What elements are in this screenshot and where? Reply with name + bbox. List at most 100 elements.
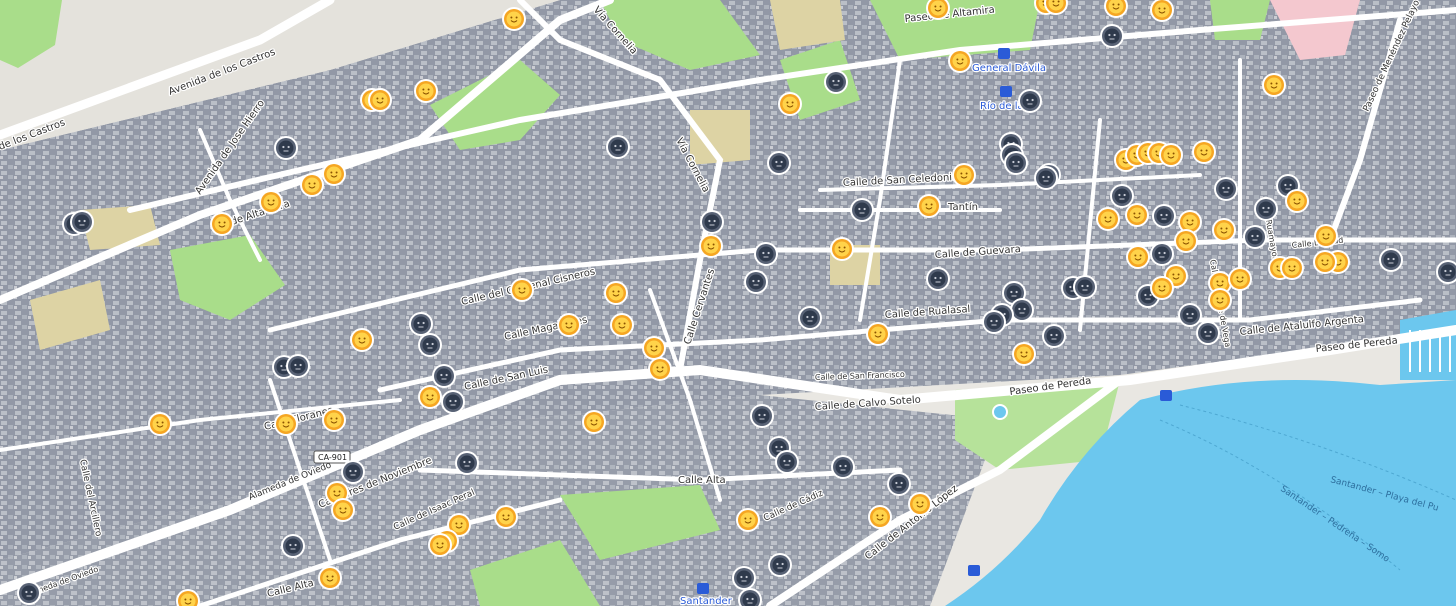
dark-marker[interactable] — [17, 581, 41, 605]
happy-marker[interactable] — [1285, 189, 1309, 213]
map-view[interactable]: Avenida de los Castros de los Castros Av… — [0, 0, 1456, 606]
happy-marker[interactable] — [300, 173, 324, 197]
ferry-terminal-icon[interactable] — [1160, 390, 1172, 401]
happy-marker[interactable] — [322, 408, 346, 432]
happy-marker[interactable] — [1313, 250, 1337, 274]
happy-marker[interactable] — [414, 79, 438, 103]
dark-face-icon — [420, 335, 440, 355]
dark-marker[interactable] — [1178, 303, 1202, 327]
dark-marker[interactable] — [1004, 151, 1028, 175]
happy-marker[interactable] — [948, 49, 972, 73]
happy-marker[interactable] — [210, 212, 234, 236]
happy-marker[interactable] — [1212, 218, 1236, 242]
dark-marker[interactable] — [1010, 298, 1034, 322]
dark-marker[interactable] — [286, 354, 310, 378]
happy-marker[interactable] — [274, 412, 298, 436]
happy-marker[interactable] — [736, 508, 760, 532]
dark-marker[interactable] — [926, 267, 950, 291]
map-canvas[interactable]: Avenida de los Castros de los Castros Av… — [0, 0, 1456, 606]
dark-marker[interactable] — [606, 135, 630, 159]
happy-marker[interactable] — [494, 505, 518, 529]
dark-marker[interactable] — [1214, 177, 1238, 201]
happy-face-icon — [870, 507, 890, 527]
happy-marker[interactable] — [908, 492, 932, 516]
dark-marker[interactable] — [775, 450, 799, 474]
happy-marker[interactable] — [350, 328, 374, 352]
happy-marker[interactable] — [1012, 342, 1036, 366]
dark-marker[interactable] — [1254, 197, 1278, 221]
dark-marker[interactable] — [982, 310, 1006, 334]
happy-marker[interactable] — [868, 505, 892, 529]
happy-marker[interactable] — [557, 313, 581, 337]
happy-marker[interactable] — [510, 278, 534, 302]
transit-stop-icon[interactable] — [968, 565, 980, 576]
dark-marker[interactable] — [281, 534, 305, 558]
dark-marker[interactable] — [1243, 225, 1267, 249]
happy-marker[interactable] — [1125, 203, 1149, 227]
happy-marker[interactable] — [322, 162, 346, 186]
dark-marker[interactable] — [767, 151, 791, 175]
happy-marker[interactable] — [1314, 224, 1338, 248]
happy-marker[interactable] — [148, 412, 172, 436]
dark-marker[interactable] — [700, 210, 724, 234]
happy-marker[interactable] — [778, 92, 802, 116]
happy-marker[interactable] — [1262, 73, 1286, 97]
dark-marker[interactable] — [1034, 166, 1058, 190]
happy-marker[interactable] — [1280, 256, 1304, 280]
happy-marker[interactable] — [582, 410, 606, 434]
dark-marker[interactable] — [441, 390, 465, 414]
happy-marker[interactable] — [318, 566, 342, 590]
dark-marker[interactable] — [1042, 324, 1066, 348]
dark-marker[interactable] — [455, 451, 479, 475]
dark-marker[interactable] — [1018, 89, 1042, 113]
happy-marker[interactable] — [368, 88, 392, 112]
dark-marker[interactable] — [887, 472, 911, 496]
dark-marker[interactable] — [850, 198, 874, 222]
dark-marker[interactable] — [754, 242, 778, 266]
dark-marker[interactable] — [418, 333, 442, 357]
dark-marker[interactable] — [768, 553, 792, 577]
happy-marker[interactable] — [428, 533, 452, 557]
dark-marker[interactable] — [1150, 242, 1174, 266]
happy-marker[interactable] — [1228, 267, 1252, 291]
happy-marker[interactable] — [648, 357, 672, 381]
dark-marker[interactable] — [409, 312, 433, 336]
happy-marker[interactable] — [952, 163, 976, 187]
happy-marker[interactable] — [1126, 245, 1150, 269]
dark-marker[interactable] — [1152, 204, 1176, 228]
happy-marker[interactable] — [917, 194, 941, 218]
happy-marker[interactable] — [610, 313, 634, 337]
happy-marker[interactable] — [1096, 207, 1120, 231]
happy-marker[interactable] — [1192, 140, 1216, 164]
dark-marker[interactable] — [1196, 321, 1220, 345]
dark-marker[interactable] — [1110, 184, 1134, 208]
dark-marker[interactable] — [744, 270, 768, 294]
dark-marker[interactable] — [1100, 24, 1124, 48]
happy-marker[interactable] — [866, 322, 890, 346]
happy-marker[interactable] — [1174, 229, 1198, 253]
happy-face-icon — [1161, 145, 1181, 165]
happy-marker[interactable] — [604, 281, 628, 305]
dark-marker[interactable] — [70, 210, 94, 234]
dark-marker[interactable] — [1379, 248, 1403, 272]
happy-marker[interactable] — [642, 336, 666, 360]
dark-face-icon — [889, 474, 909, 494]
dark-marker[interactable] — [732, 566, 756, 590]
dark-marker[interactable] — [432, 364, 456, 388]
dark-marker[interactable] — [274, 136, 298, 160]
happy-marker[interactable] — [1150, 276, 1174, 300]
dark-marker[interactable] — [824, 70, 848, 94]
dark-marker[interactable] — [341, 460, 365, 484]
happy-marker[interactable] — [1208, 288, 1232, 312]
dark-marker[interactable] — [750, 404, 774, 428]
dark-marker[interactable] — [798, 306, 822, 330]
happy-marker[interactable] — [259, 190, 283, 214]
happy-marker[interactable] — [830, 237, 854, 261]
dark-marker[interactable] — [831, 455, 855, 479]
happy-marker[interactable] — [1159, 143, 1183, 167]
dark-marker[interactable] — [1073, 275, 1097, 299]
happy-marker[interactable] — [502, 7, 526, 31]
happy-marker[interactable] — [331, 498, 355, 522]
happy-marker[interactable] — [418, 385, 442, 409]
happy-marker[interactable] — [699, 234, 723, 258]
